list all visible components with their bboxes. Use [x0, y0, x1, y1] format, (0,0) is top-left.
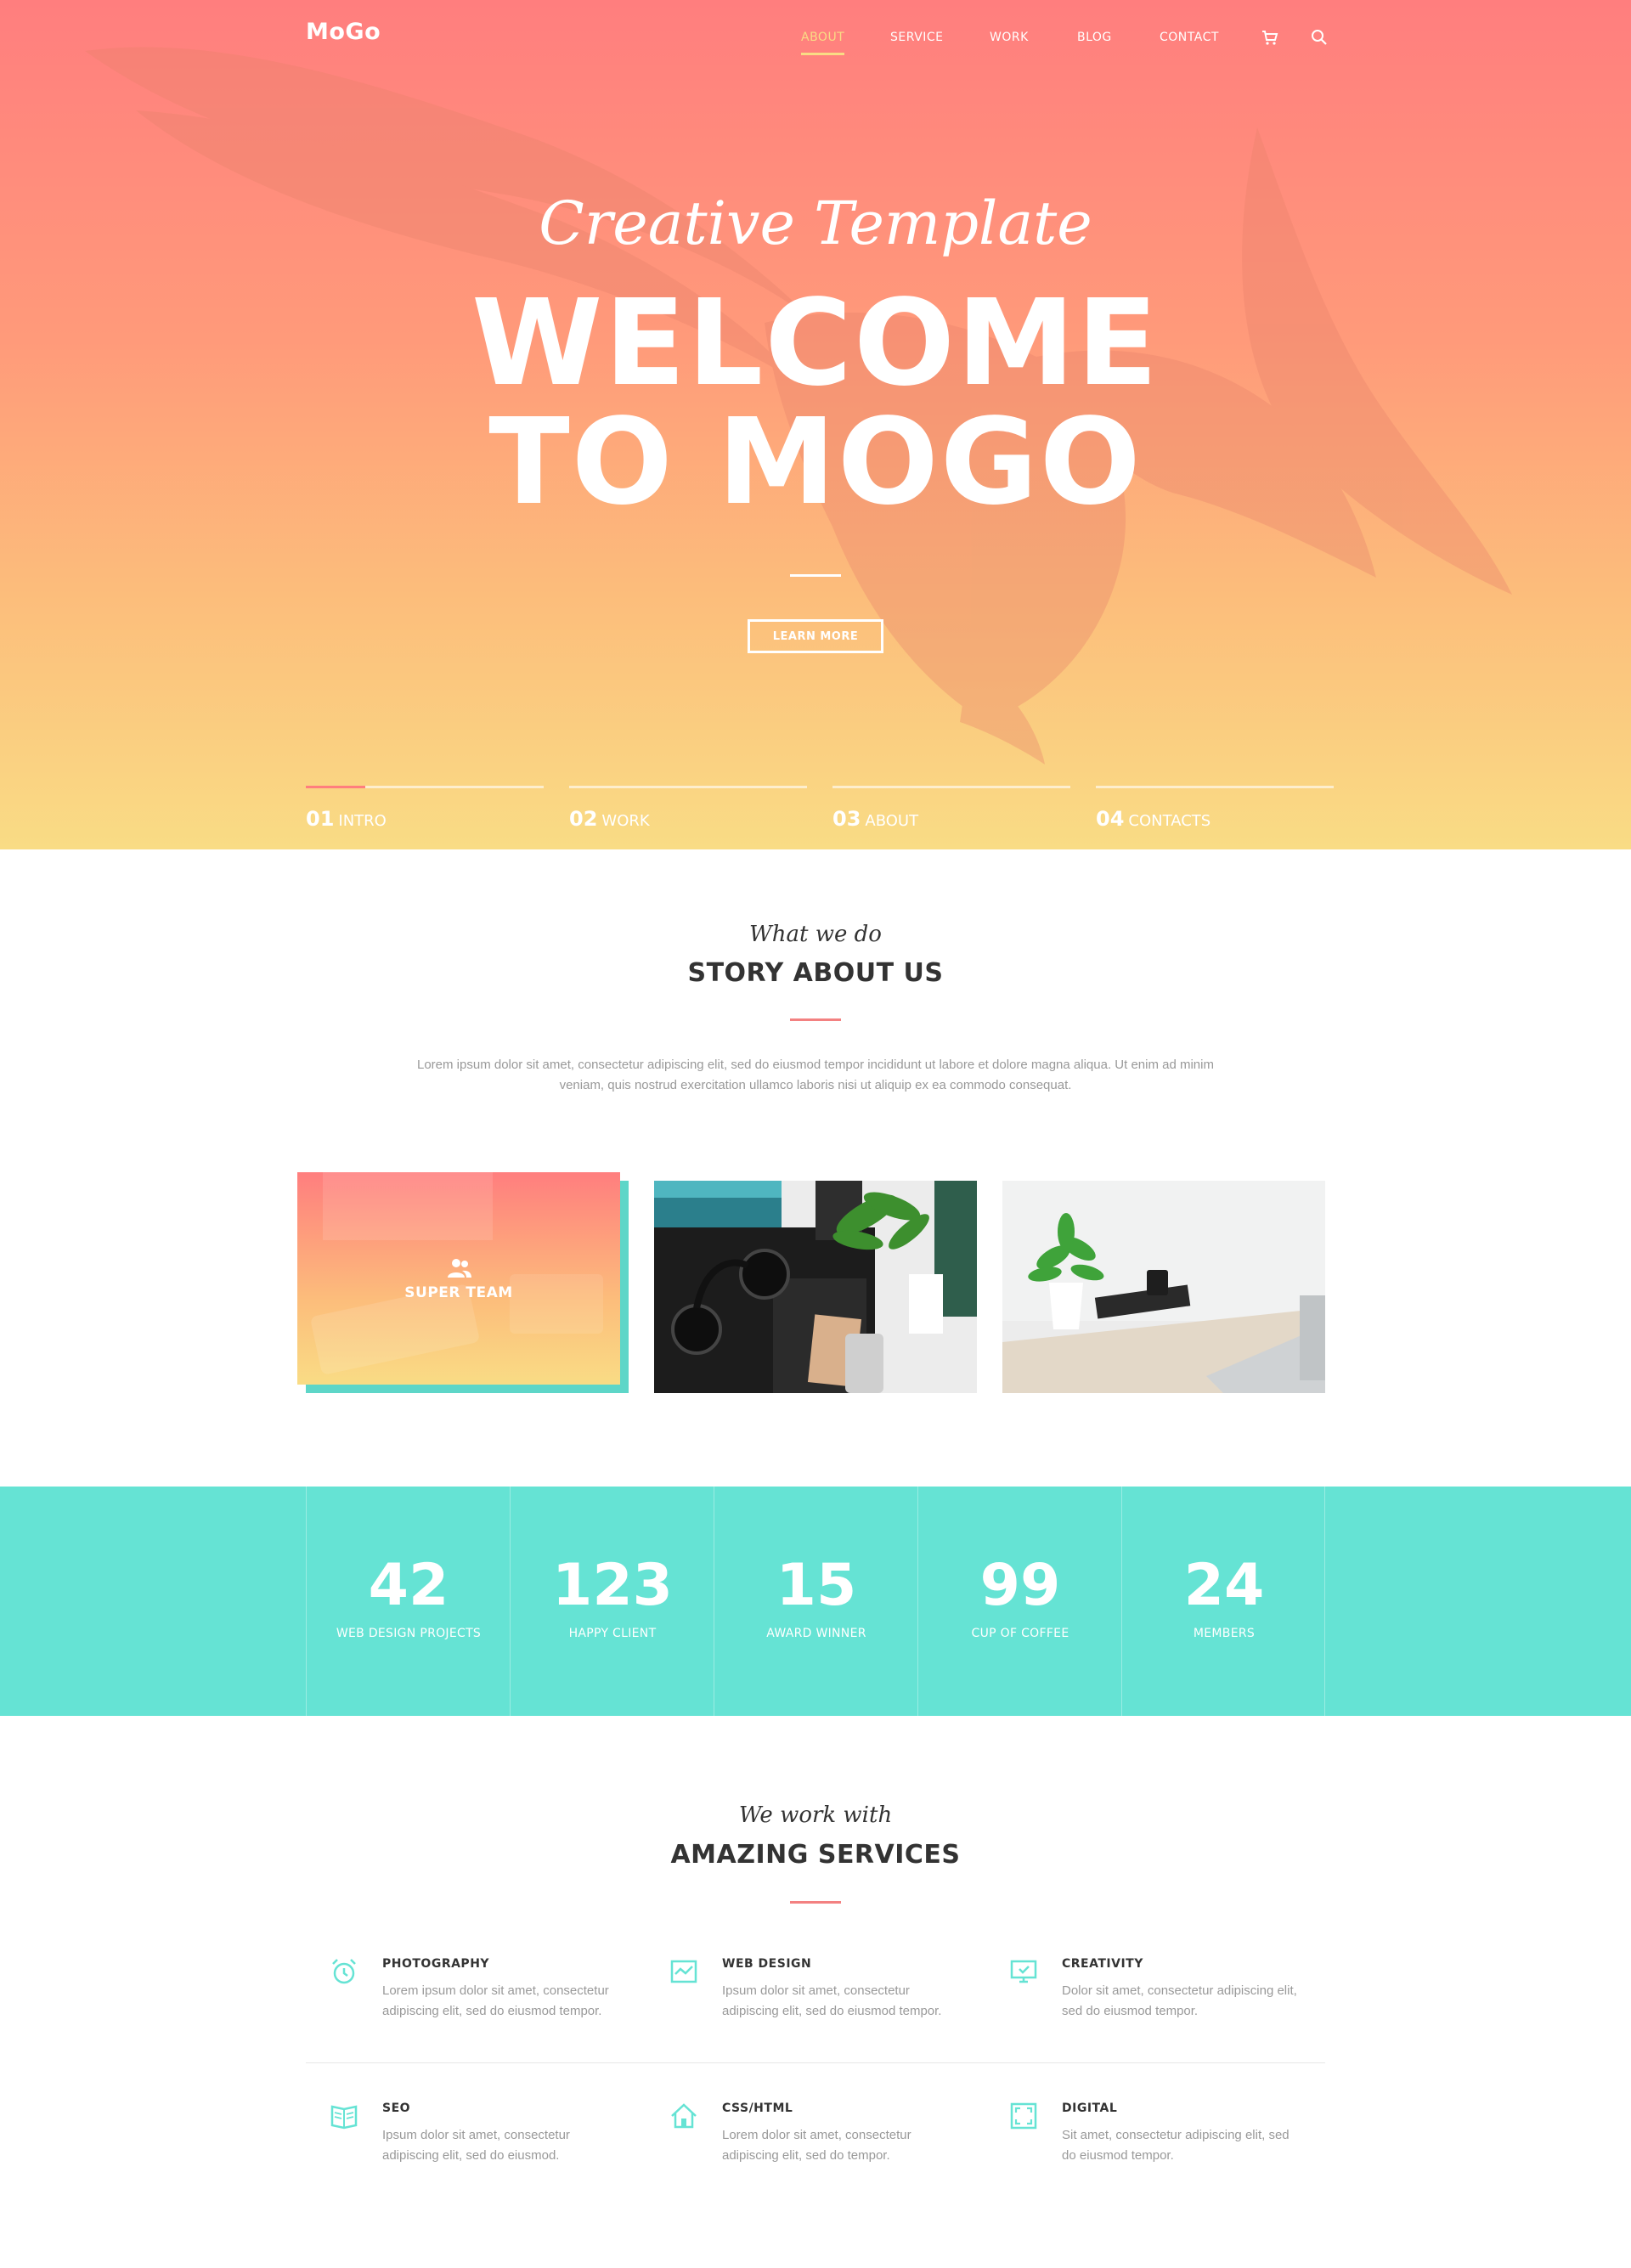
slide-label: 02 WORK — [569, 807, 650, 831]
service-text: Lorem ipsum dolor sit amet, consectetur … — [382, 1983, 609, 2018]
service-title: SEO — [382, 2102, 411, 2115]
stat-label: HAPPY CLIENT — [568, 1627, 657, 1640]
cart-icon[interactable] — [1260, 27, 1280, 48]
hero-title-line1: WELCOME — [471, 274, 1160, 413]
slide-indicators: 01 INTRO 02 WORK 03 ABOUT 04 CONTACTS — [306, 786, 1334, 837]
services-subtitle: We work with — [738, 1803, 893, 1828]
stat-label: WEB DESIGN PROJECTS — [336, 1627, 482, 1640]
slide-contacts[interactable]: 04 CONTACTS — [1096, 786, 1334, 837]
stat-value: 99 — [979, 1552, 1061, 1619]
hero-script-title: Creative Template — [539, 189, 1092, 258]
home-icon — [671, 2103, 697, 2129]
service-text: Sit amet, consectetur adipiscing elit, s… — [1062, 2128, 1290, 2163]
slide-label: 04 CONTACTS — [1096, 807, 1211, 831]
service-title: PHOTOGRAPHY — [382, 1957, 490, 1971]
service-text: Ipsum dolor sit amet, consectetur adipis… — [382, 2128, 570, 2163]
slide-label: 01 INTRO — [306, 807, 387, 831]
about-subtitle: What we do — [749, 922, 882, 947]
hero-divider — [790, 574, 841, 577]
nav-item-blog[interactable]: BLOG — [1077, 31, 1112, 44]
slide-number: 03 — [832, 807, 861, 831]
stat-value: 15 — [776, 1552, 857, 1619]
super-team-card[interactable]: SUPER TEAM — [297, 1172, 620, 1385]
about-description: Lorem ipsum dolor sit amet, consectetur … — [417, 1058, 1214, 1092]
stat-award-winner: 15 AWARD WINNER — [714, 1487, 917, 1716]
hero-title: WELCOME TO MOGO — [0, 285, 1631, 522]
hero-section: MoGo ABOUT SERVICE WORK BLOG CONTACT Cre… — [0, 0, 1631, 849]
service-creativity[interactable]: CREATIVITY Dolor sit amet, consectetur a… — [985, 1954, 1297, 2056]
slide-progress-track — [306, 786, 544, 788]
nav-item-about[interactable]: ABOUT — [801, 31, 845, 55]
about-divider — [790, 1018, 841, 1021]
slide-number: 02 — [569, 807, 598, 831]
monitor-icon — [1010, 1960, 1037, 1983]
service-digital[interactable]: DIGITAL Sit amet, consectetur adipiscing… — [985, 2098, 1291, 2200]
users-icon — [448, 1259, 471, 1278]
service-title: DIGITAL — [1062, 2102, 1118, 2115]
slide-text: ABOUT — [865, 812, 919, 830]
search-icon[interactable] — [1309, 27, 1329, 48]
book-icon — [330, 2105, 358, 2130]
service-title: WEB DESIGN — [722, 1957, 812, 1971]
slide-progress-track — [569, 786, 807, 788]
stat-label: MEMBERS — [1193, 1627, 1256, 1640]
slide-text: WORK — [601, 812, 650, 830]
slide-number: 04 — [1096, 807, 1125, 831]
slide-work[interactable]: 02 WORK — [569, 786, 807, 837]
nav-item-work[interactable]: WORK — [990, 31, 1029, 44]
service-css-html[interactable]: CSS/HTML Lorem dolor sit amet, consectet… — [646, 2098, 951, 2200]
stat-value: 42 — [368, 1552, 449, 1619]
stat-web-design-projects: 42 WEB DESIGN PROJECTS — [306, 1487, 510, 1716]
stat-value: 24 — [1183, 1552, 1265, 1619]
nav-item-contact[interactable]: CONTACT — [1160, 31, 1219, 44]
services-row-divider — [306, 2062, 1325, 2063]
stat-members: 24 MEMBERS — [1121, 1487, 1325, 1716]
service-title: CREATIVITY — [1062, 1957, 1143, 1971]
slide-text: CONTACTS — [1128, 812, 1211, 830]
team-card-label: SUPER TEAM — [404, 1284, 513, 1301]
slide-label: 03 ABOUT — [832, 807, 918, 831]
stat-value: 123 — [552, 1552, 673, 1619]
stat-cup-of-coffee: 99 CUP OF COFFEE — [917, 1487, 1121, 1716]
service-text: Ipsum dolor sit amet, consectetur adipis… — [722, 1983, 942, 2018]
about-title: STORY ABOUT US — [687, 958, 944, 988]
services-divider — [790, 1901, 841, 1904]
slide-text: INTRO — [338, 812, 387, 830]
slide-progress-track — [1096, 786, 1334, 788]
slide-number: 01 — [306, 807, 335, 831]
slide-intro[interactable]: 01 INTRO — [306, 786, 544, 837]
frame-icon — [1010, 2102, 1037, 2130]
desk-plant-image — [1002, 1181, 1325, 1393]
service-photography[interactable]: PHOTOGRAPHY Lorem ipsum dolor sit amet, … — [306, 1954, 612, 2056]
page: MoGo ABOUT SERVICE WORK BLOG CONTACT Cre… — [0, 0, 1631, 2268]
learn-more-button[interactable]: LEARN MORE — [748, 619, 883, 653]
stat-happy-client: 123 HAPPY CLIENT — [510, 1487, 714, 1716]
slide-about[interactable]: 03 ABOUT — [832, 786, 1070, 837]
nav-item-service[interactable]: SERVICE — [890, 31, 944, 44]
stats-section: 42 WEB DESIGN PROJECTS 123 HAPPY CLIENT … — [0, 1487, 1631, 1716]
photo-card-desk[interactable] — [1002, 1181, 1325, 1393]
service-web-design[interactable]: WEB DESIGN Ipsum dolor sit amet, consect… — [646, 1954, 951, 2056]
alarm-clock-icon — [332, 1959, 356, 1984]
stat-label: CUP OF COFFEE — [971, 1627, 1069, 1640]
hero-title-line2: TO MOGO — [488, 393, 1143, 532]
service-title: CSS/HTML — [722, 2102, 793, 2115]
services-title: AMAZING SERVICES — [670, 1840, 961, 1870]
service-text: Dolor sit amet, consectetur adipiscing e… — [1062, 1983, 1297, 2018]
chart-icon — [670, 1960, 697, 1983]
service-text: Lorem dolor sit amet, consectetur adipis… — [722, 2128, 911, 2163]
service-seo[interactable]: SEO Ipsum dolor sit amet, consectetur ad… — [306, 2098, 612, 2200]
photo-card-headphones[interactable] — [654, 1181, 977, 1393]
slide-progress-fill — [306, 786, 365, 788]
main-nav: ABOUT SERVICE WORK BLOG CONTACT — [0, 31, 1631, 55]
stat-label: AWARD WINNER — [766, 1627, 866, 1640]
headphones-desk-image — [654, 1181, 977, 1393]
slide-progress-track — [832, 786, 1070, 788]
